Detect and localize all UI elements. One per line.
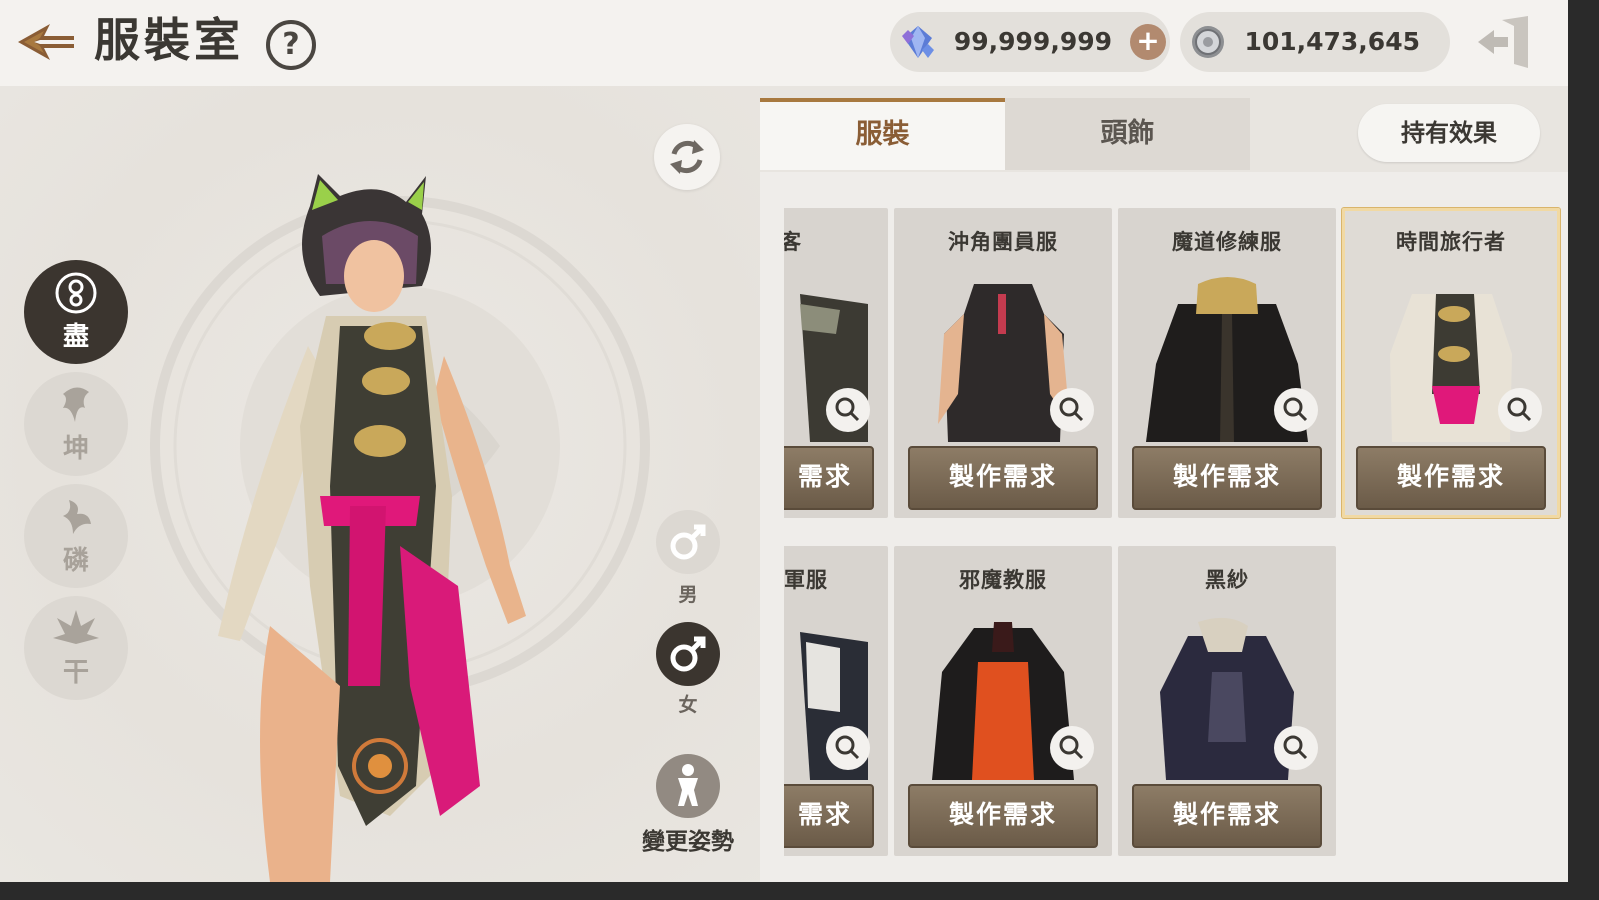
gender-symbol-icon bbox=[670, 636, 706, 672]
costume-card[interactable]: 沖角團員服 製作需求 bbox=[894, 208, 1112, 518]
zoom-button[interactable] bbox=[1050, 726, 1094, 770]
magnifier-icon bbox=[1059, 397, 1084, 422]
change-pose-label: 變更姿勢 bbox=[642, 829, 734, 855]
tab-costume[interactable]: 服裝 bbox=[760, 98, 1005, 170]
craft-requirement-button[interactable]: 製作需求 bbox=[1132, 446, 1322, 510]
help-button[interactable]: ? bbox=[266, 20, 316, 70]
gender-male-button[interactable] bbox=[656, 510, 720, 574]
zoom-button[interactable] bbox=[826, 388, 870, 432]
costume-card[interactable]: 黑紗 製作需求 bbox=[1118, 546, 1336, 856]
zoom-button[interactable] bbox=[826, 726, 870, 770]
zoom-button[interactable] bbox=[1274, 388, 1318, 432]
costume-name: 客 bbox=[784, 230, 802, 254]
tab-headwear[interactable]: 頭飾 bbox=[1005, 98, 1250, 170]
character-model bbox=[218, 174, 526, 882]
back-button[interactable] bbox=[14, 18, 78, 66]
class-label: 干 bbox=[62, 658, 89, 688]
class-tab-lin[interactable]: 磷 bbox=[24, 484, 128, 588]
gender-female-button[interactable] bbox=[656, 622, 720, 686]
magnifier-icon bbox=[835, 735, 860, 760]
tree-emblem-icon bbox=[63, 387, 89, 422]
silver-coin-icon bbox=[1192, 26, 1224, 58]
person-pose-icon bbox=[678, 764, 698, 806]
owned-effects-button[interactable]: 持有效果 bbox=[1358, 104, 1540, 162]
zoom-button[interactable] bbox=[1498, 388, 1542, 432]
page-title: 服裝室 bbox=[94, 13, 244, 67]
diamond-icon bbox=[902, 26, 934, 58]
costume-grid[interactable]: 客 需求 沖角團員服 製作需求 魔道修練服 製作需求 時間旅行者 製作需求 軍服… bbox=[784, 206, 1568, 866]
class-tab-kun[interactable]: 坤 bbox=[24, 372, 128, 476]
class-tab-jin[interactable]: 盡 bbox=[24, 260, 128, 364]
gender-male-label: 男 bbox=[678, 584, 698, 606]
zoom-button[interactable] bbox=[1274, 726, 1318, 770]
costume-name: 時間旅行者 bbox=[1396, 230, 1506, 254]
magnifier-icon bbox=[1059, 735, 1084, 760]
refresh-icon bbox=[670, 140, 704, 174]
bird-emblem-icon bbox=[63, 500, 91, 534]
craft-requirement-button[interactable]: 需求 bbox=[784, 784, 874, 848]
add-gems-button[interactable]: + bbox=[1130, 24, 1166, 60]
magnifier-icon bbox=[835, 397, 860, 422]
exit-button[interactable] bbox=[1474, 12, 1534, 72]
gem-amount: 99,999,999 bbox=[953, 27, 1112, 56]
character-preview[interactable]: 盡 坤 磷 干 男 女 變更姿勢 bbox=[0, 86, 760, 882]
costume-name: 邪魔教服 bbox=[959, 568, 1047, 592]
swirl-emblem-icon bbox=[55, 272, 97, 314]
costume-name: 魔道修練服 bbox=[1172, 230, 1282, 254]
class-label: 盡 bbox=[62, 322, 89, 352]
change-pose-button[interactable] bbox=[656, 754, 720, 818]
costume-card[interactable]: 軍服 需求 bbox=[784, 546, 888, 856]
class-label: 磷 bbox=[62, 546, 89, 576]
male-symbol-icon bbox=[670, 524, 706, 560]
costume-card-selected[interactable]: 時間旅行者 製作需求 bbox=[1342, 208, 1560, 518]
costume-name: 黑紗 bbox=[1205, 568, 1249, 592]
zoom-button[interactable] bbox=[1050, 388, 1094, 432]
tab-bar: 服裝 頭飾 持有效果 bbox=[760, 86, 1568, 172]
back-arrow-icon bbox=[18, 24, 74, 60]
gem-currency: 99,999,999 + bbox=[890, 12, 1170, 72]
magnifier-icon bbox=[1283, 397, 1308, 422]
coin-amount: 101,473,645 bbox=[1244, 27, 1420, 56]
costume-name: 沖角團員服 bbox=[948, 230, 1058, 254]
costume-card[interactable]: 邪魔教服 製作需求 bbox=[894, 546, 1112, 856]
class-label: 坤 bbox=[62, 434, 89, 464]
rotate-view-button[interactable] bbox=[654, 124, 720, 190]
craft-requirement-button[interactable]: 製作需求 bbox=[908, 446, 1098, 510]
costume-card[interactable]: 客 需求 bbox=[784, 208, 888, 518]
costume-card[interactable]: 魔道修練服 製作需求 bbox=[1118, 208, 1336, 518]
craft-requirement-button[interactable]: 製作需求 bbox=[908, 784, 1098, 848]
wardrobe-screen: 服裝室 ? 99,999,999 + 101,473,645 盡 坤 磷 干 男… bbox=[0, 0, 1568, 882]
class-tab-gan[interactable]: 干 bbox=[24, 596, 128, 700]
top-bar: 服裝室 ? 99,999,999 + 101,473,645 bbox=[0, 0, 1568, 86]
magnifier-icon bbox=[1283, 735, 1308, 760]
craft-requirement-button[interactable]: 製作需求 bbox=[1356, 446, 1546, 510]
gender-female-label: 女 bbox=[678, 694, 698, 716]
lotus-emblem-icon bbox=[53, 610, 99, 644]
coin-currency: 101,473,645 bbox=[1180, 12, 1450, 72]
craft-requirement-button[interactable]: 製作需求 bbox=[1132, 784, 1322, 848]
costume-panel: 服裝 頭飾 持有效果 客 需求 沖角團員服 製作需求 魔道修練服 製作需求 時間… bbox=[760, 86, 1568, 882]
exit-door-icon bbox=[1478, 16, 1528, 68]
magnifier-icon bbox=[1507, 397, 1532, 422]
craft-requirement-button[interactable]: 需求 bbox=[784, 446, 874, 510]
costume-name: 軍服 bbox=[784, 568, 828, 592]
